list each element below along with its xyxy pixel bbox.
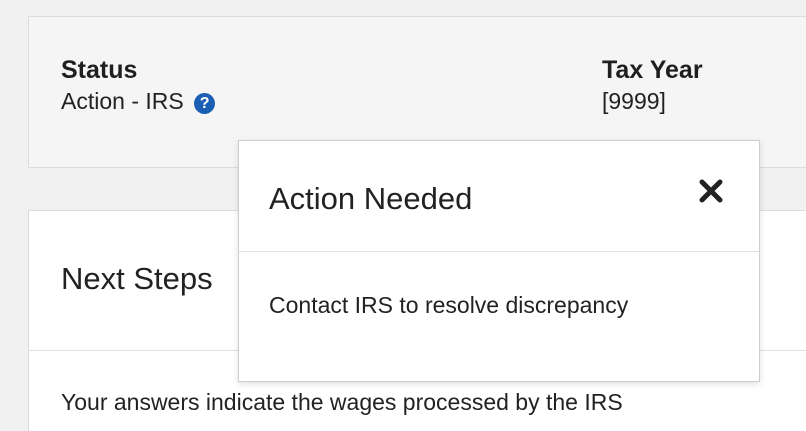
status-column: Status Action - IRS ? — [61, 55, 216, 117]
tax-year-heading: Tax Year — [602, 56, 703, 84]
popover-title: Action Needed — [269, 181, 473, 216]
close-x-icon — [699, 179, 723, 203]
tax-year-value: [9999] — [602, 88, 666, 114]
popover-divider — [239, 251, 759, 252]
page: Status Action - IRS ? Tax Year [9999] Ne… — [0, 0, 806, 431]
status-value-row: Action - IRS ? — [61, 85, 216, 117]
action-needed-popover: Action Needed Contact IRS to resolve dis… — [238, 140, 760, 382]
next-steps-title: Next Steps — [61, 261, 213, 296]
status-value: Action - IRS — [61, 88, 184, 114]
tax-year-column: Tax Year [9999] — [602, 55, 703, 117]
popover-body: Contact IRS to resolve discrepancy — [269, 292, 629, 318]
status-heading: Status — [61, 56, 138, 84]
next-steps-body: Your answers indicate the wages processe… — [61, 389, 623, 415]
close-icon[interactable] — [697, 177, 725, 205]
question-circle-icon[interactable]: ? — [194, 93, 216, 114]
